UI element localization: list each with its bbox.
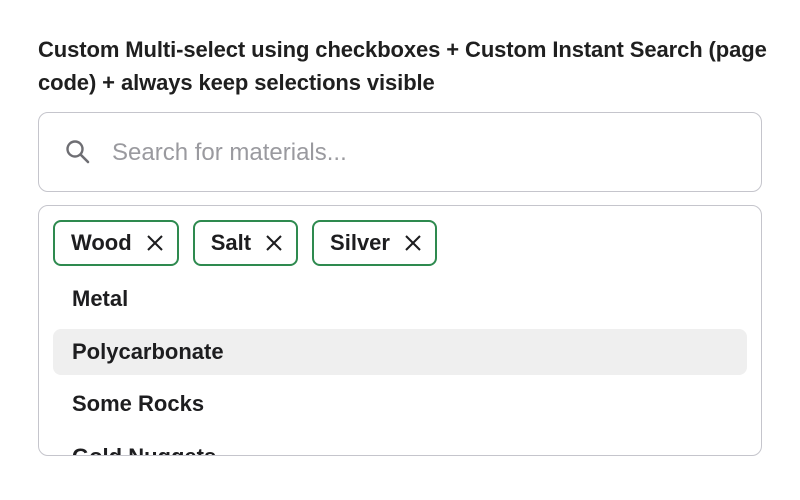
search-input[interactable] — [112, 132, 732, 174]
option-gold-nuggets[interactable]: Gold Nuggets — [53, 434, 747, 456]
chip-silver[interactable]: Silver — [312, 220, 437, 266]
option-metal[interactable]: Metal — [53, 276, 747, 322]
chip-label: Silver — [330, 230, 390, 255]
options-list: Metal Polycarbonate Some Rocks Gold Nugg… — [53, 276, 747, 456]
option-polycarbonate[interactable]: Polycarbonate — [53, 328, 747, 375]
chip-label: Wood — [71, 230, 132, 255]
close-icon[interactable] — [146, 234, 164, 252]
selected-chips: Wood Salt Silver — [53, 220, 437, 266]
multiselect-panel: Wood Salt Silver Metal Polycarbonate Som… — [38, 205, 762, 456]
chip-label: Salt — [210, 230, 252, 255]
close-icon[interactable] — [404, 234, 422, 252]
option-some-rocks[interactable]: Some Rocks — [53, 381, 747, 427]
search-icon — [66, 140, 90, 164]
page-heading: Custom Multi-select using checkboxes + C… — [38, 37, 767, 95]
chip-wood[interactable]: Wood — [53, 220, 179, 266]
chip-salt[interactable]: Salt — [192, 220, 299, 266]
close-icon[interactable] — [265, 234, 283, 252]
